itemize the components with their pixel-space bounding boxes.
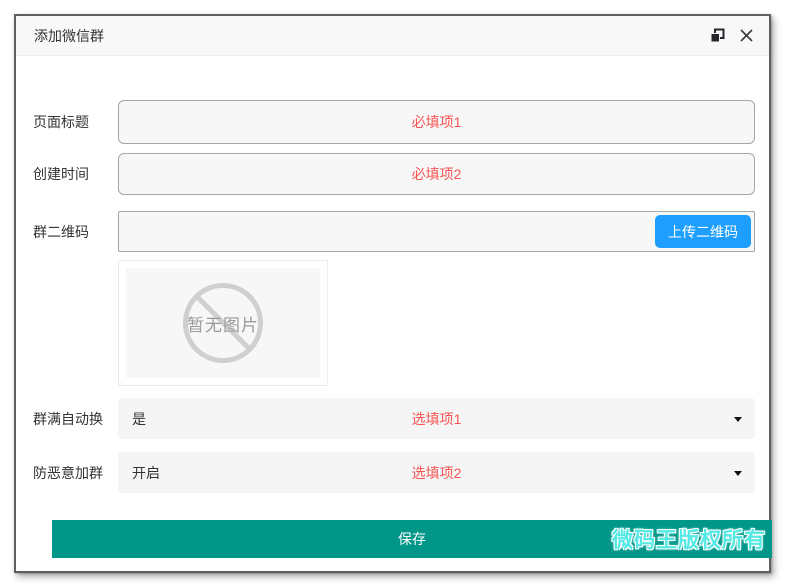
window-controls	[709, 28, 754, 44]
select-value: 是	[132, 410, 146, 427]
save-button[interactable]: 保存 微码王版权所有	[52, 520, 772, 558]
field-label: 防恶意加群	[33, 464, 103, 481]
field-label: 群二维码	[33, 223, 89, 240]
field-row-anti-malicious: 防恶意加群 开启 选填项2	[33, 452, 755, 493]
field-row-qrcode: 群二维码 上传二维码	[33, 211, 755, 252]
no-image-placeholder: 暂无图片	[126, 268, 320, 378]
field-label: 页面标题	[33, 114, 89, 130]
qrcode-preview-row: 暂无图片	[118, 260, 755, 386]
save-button-label: 保存	[398, 531, 426, 547]
select-value: 开启	[132, 464, 160, 481]
auto-switch-select[interactable]: 是 选填项1	[118, 398, 755, 439]
add-wechat-group-dialog: 添加微信群 页面标题 创建时间	[14, 14, 772, 573]
no-image-text: 暂无图片	[187, 315, 259, 335]
select-hint: 选填项1	[411, 410, 462, 427]
qrcode-preview-box: 暂无图片	[118, 260, 328, 386]
create-time-input[interactable]	[118, 153, 755, 195]
close-icon[interactable]	[738, 28, 754, 44]
restore-window-icon[interactable]	[709, 28, 725, 44]
page-title-input[interactable]	[118, 100, 755, 144]
field-row-page-title: 页面标题	[33, 100, 755, 144]
upload-qrcode-button[interactable]: 上传二维码	[655, 215, 751, 248]
caret-down-icon	[734, 416, 742, 422]
field-row-auto-switch: 群满自动换 是 选填项1	[33, 398, 755, 439]
select-hint: 选填项2	[411, 464, 462, 481]
field-label: 群满自动换	[33, 410, 103, 427]
qrcode-input[interactable]: 上传二维码	[118, 211, 755, 252]
dialog-title: 添加微信群	[34, 27, 104, 44]
dialog-content: 页面标题 创建时间 群二维码 上传二维码 暂无图片 群满自动换 是	[16, 56, 772, 558]
anti-malicious-select[interactable]: 开启 选填项2	[118, 452, 755, 493]
field-label: 创建时间	[33, 166, 89, 182]
field-row-create-time: 创建时间	[33, 153, 755, 195]
dialog-titlebar: 添加微信群	[16, 16, 769, 56]
copyright-watermark: 微码王版权所有	[612, 528, 766, 552]
caret-down-icon	[734, 470, 742, 476]
